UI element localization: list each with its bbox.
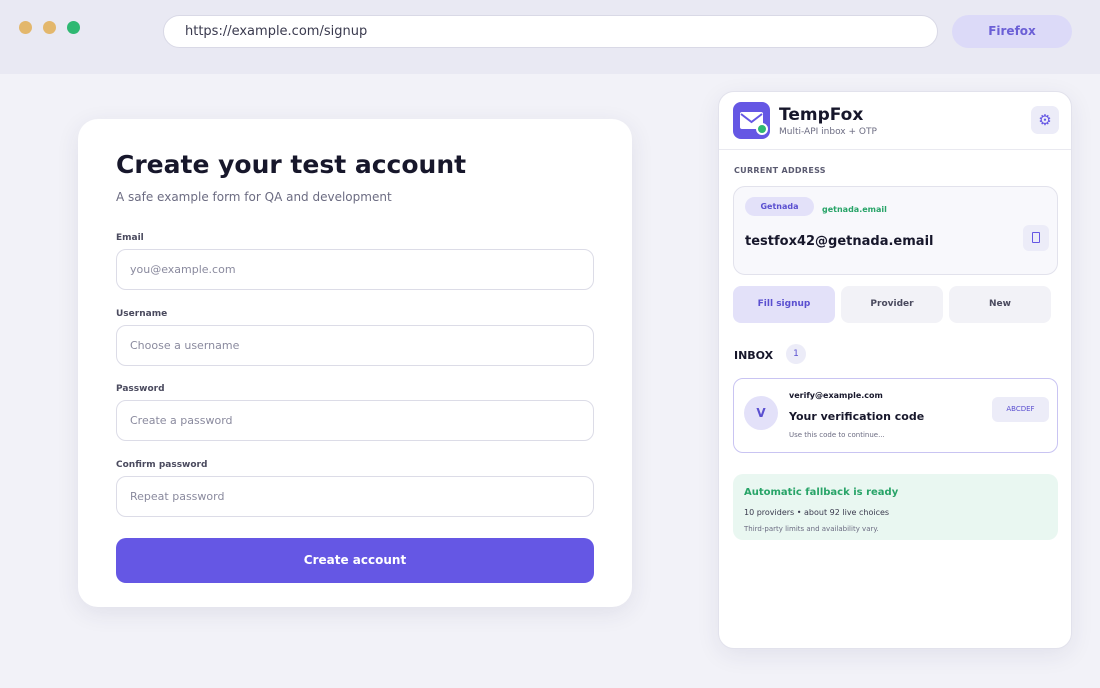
online-badge-icon: [756, 123, 768, 135]
username-label: Username: [116, 309, 168, 319]
message-sender: verify@example.com: [789, 391, 883, 400]
settings-button[interactable]: ⚙: [1031, 106, 1059, 134]
app-logo: [733, 102, 770, 139]
extension-panel: TempFox Multi-API inbox + OTP ⚙ CURRENT …: [718, 91, 1072, 649]
current-address-label: CURRENT ADDRESS: [734, 166, 826, 175]
address-bar[interactable]: https://example.com/signup: [163, 15, 938, 48]
app-tagline: Multi-API inbox + OTP: [779, 127, 877, 137]
inbox-heading: INBOX: [734, 349, 774, 362]
copy-address-button[interactable]: [1023, 225, 1049, 251]
email-field[interactable]: you@example.com: [116, 249, 594, 290]
fallback-note: Third-party limits and availability vary…: [744, 525, 879, 533]
provider-domain: getnada.email: [822, 205, 887, 214]
signup-card: Create your test account A safe example …: [78, 119, 632, 607]
provider-badge[interactable]: Getnada: [745, 197, 814, 216]
password-field[interactable]: Create a password: [116, 400, 594, 441]
create-account-button[interactable]: Create account: [116, 538, 594, 583]
copy-icon: [1032, 232, 1040, 243]
page-title: Create your test account: [116, 150, 467, 179]
fallback-summary: 10 providers • about 92 live choices: [744, 508, 890, 517]
list-item[interactable]: V verify@example.com Your verification c…: [733, 378, 1058, 453]
page-subtitle: A safe example form for QA and developme…: [116, 190, 392, 204]
fallback-status-card: Automatic fallback is ready 10 providers…: [733, 474, 1058, 540]
confirm-password-label: Confirm password: [116, 460, 208, 470]
username-field[interactable]: Choose a username: [116, 325, 594, 366]
fallback-title: Automatic fallback is ready: [744, 487, 899, 498]
app-name: TempFox: [779, 105, 864, 125]
otp-code-button[interactable]: ABCDEF: [992, 397, 1049, 422]
gear-icon: ⚙: [1038, 111, 1052, 129]
window-maximize-dot[interactable]: [67, 21, 80, 34]
fill-signup-button[interactable]: Fill signup: [733, 286, 835, 323]
new-address-button[interactable]: New: [949, 286, 1051, 323]
header-divider: [719, 149, 1071, 150]
message-preview: Use this code to continue...: [789, 431, 885, 439]
temp-email-address[interactable]: testfox42@getnada.email: [745, 234, 933, 249]
avatar: V: [744, 396, 778, 430]
current-address-card: Getnada getnada.email testfox42@getnada.…: [733, 186, 1058, 275]
window-close-dot[interactable]: [19, 21, 32, 34]
window-minimize-dot[interactable]: [43, 21, 56, 34]
password-label: Password: [116, 384, 165, 394]
message-subject: Your verification code: [789, 410, 925, 423]
confirm-password-field[interactable]: Repeat password: [116, 476, 594, 517]
email-label: Email: [116, 233, 144, 243]
provider-button[interactable]: Provider: [841, 286, 943, 323]
browser-profile-button[interactable]: Firefox: [952, 15, 1072, 48]
inbox-count-badge: 1: [786, 344, 806, 364]
browser-toolbar: https://example.com/signup Firefox: [0, 0, 1100, 74]
